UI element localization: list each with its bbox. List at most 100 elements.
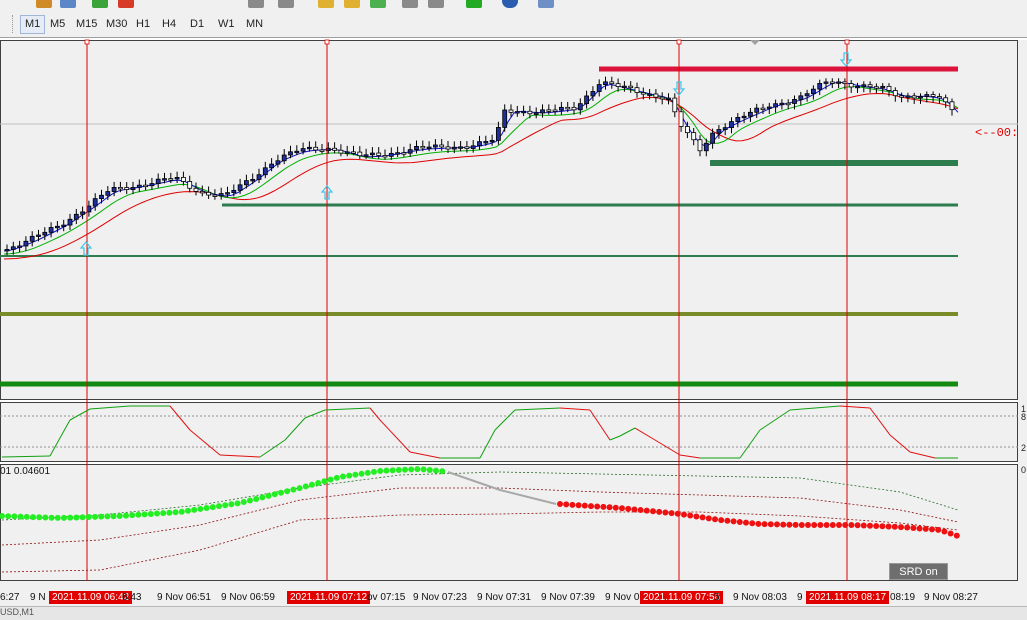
osc1-line-segment <box>49 419 71 457</box>
candle-body <box>206 191 212 196</box>
candle-body <box>199 190 205 194</box>
indicator-dot <box>693 513 700 520</box>
candle-body <box>92 198 98 207</box>
osc1-line-segment <box>89 405 131 410</box>
time-cursor-label: 2021.11.09 07:56 <box>640 591 724 604</box>
time-label: ov 07:15 <box>367 592 406 603</box>
candle-body <box>546 109 552 112</box>
indicator-dot <box>240 499 247 506</box>
indicator-dot <box>426 466 433 473</box>
time-axis: 6:27 9 N 2021.11.09 06:42 6:43 9 Nov 06:51 9 … <box>0 581 1027 606</box>
indicator-dot <box>302 483 309 490</box>
candle-body <box>483 141 489 144</box>
osc1-scale-high: 8 <box>1021 412 1027 422</box>
candle-body <box>811 88 816 95</box>
candle-body <box>647 93 652 96</box>
candle-body <box>640 92 646 95</box>
indicator-dot <box>780 521 787 528</box>
indicator-dot <box>414 466 421 473</box>
candle-body <box>565 106 571 110</box>
indicator-dot <box>296 485 303 492</box>
candle-body <box>855 85 860 89</box>
indicator-dot <box>364 469 371 476</box>
indicator-dot <box>284 488 291 495</box>
candle-body <box>672 97 678 113</box>
indicator-dot <box>922 525 929 532</box>
indicator-dot <box>823 522 830 528</box>
osc1-line-segment <box>909 451 936 459</box>
candle-body <box>212 194 218 197</box>
osc1-line-segment <box>284 417 306 441</box>
indicator-dot <box>736 518 743 525</box>
candle-body <box>382 155 388 158</box>
candle-body <box>603 81 608 85</box>
candle-body <box>760 107 766 111</box>
indicator-dot <box>749 520 756 527</box>
time-label: 08:19 <box>890 592 916 603</box>
candle-body <box>130 187 136 190</box>
cursor-handle <box>84 39 90 45</box>
candle-body <box>458 146 464 149</box>
indicator-dot <box>712 516 718 523</box>
candle-body <box>294 150 300 154</box>
indicator-dot <box>867 522 873 529</box>
candle-body <box>911 95 917 99</box>
indicator-dot <box>829 522 836 528</box>
candle-body <box>313 146 319 151</box>
indicator-dot <box>253 495 260 502</box>
indicator-dot <box>811 522 818 528</box>
candle-body <box>918 96 923 99</box>
indicator-dot <box>135 511 142 518</box>
candle-body <box>67 218 73 226</box>
indicator-dot <box>290 486 297 493</box>
indicator-dot <box>185 507 191 514</box>
indicator-dot <box>17 513 24 520</box>
candle-body <box>527 110 533 115</box>
indicator-dot <box>209 504 216 511</box>
indicator-dot <box>594 503 601 510</box>
candle-body <box>521 110 526 114</box>
candle-body <box>445 146 451 150</box>
candle-body <box>779 102 785 106</box>
indicator-dot <box>798 522 805 528</box>
candle-body <box>836 81 841 84</box>
symbol-tab[interactable]: USD,M1 <box>0 607 34 617</box>
candle-body <box>388 152 394 157</box>
candle-body <box>300 148 306 152</box>
osc1-line-segment <box>609 435 621 441</box>
time-label: 5 <box>714 592 720 603</box>
candle-body <box>559 106 564 111</box>
indicator-dot <box>687 512 694 519</box>
osc1-line-segment <box>589 409 611 441</box>
indicator-dot <box>265 492 272 499</box>
indicator-dot <box>681 511 687 518</box>
indicator-dot <box>674 510 681 517</box>
candle-body <box>149 183 155 187</box>
candle-body <box>407 149 413 154</box>
indicator-dot <box>836 522 842 528</box>
candle-body <box>615 83 621 87</box>
time-label: 9 Nov 0 <box>605 592 640 603</box>
candle-body <box>748 111 753 117</box>
time-cursor-label: 2021.11.09 06:42 <box>49 591 133 604</box>
candle-body <box>36 234 41 237</box>
candle-body <box>735 116 741 123</box>
time-label: 9 Nov 07:23 <box>413 592 467 603</box>
osc1-line-segment <box>259 439 286 458</box>
indicator-dot <box>761 521 768 528</box>
indicator-dot <box>92 513 98 520</box>
srd-button[interactable]: SRD on <box>889 563 948 580</box>
candle-body <box>886 85 892 91</box>
candle-body <box>899 95 904 98</box>
indicator-dot <box>699 514 706 521</box>
time-label: 9 Nov 08:27 <box>924 592 978 603</box>
candle-body <box>710 132 715 144</box>
candle-body <box>48 227 54 233</box>
indicator-dot <box>916 525 923 532</box>
indicator-dot <box>259 494 266 501</box>
indicator-dot <box>98 513 105 520</box>
osc1-line-segment <box>634 427 656 441</box>
candle-body <box>678 111 684 127</box>
candle-body <box>23 240 29 247</box>
indicator-dot <box>439 468 446 475</box>
